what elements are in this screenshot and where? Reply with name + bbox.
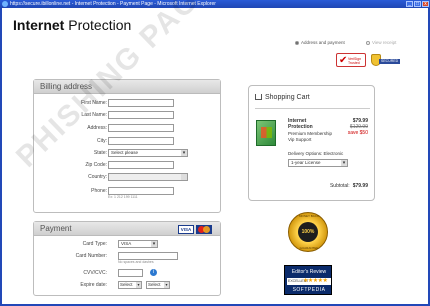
cart-icon bbox=[255, 94, 262, 101]
cvv-input[interactable] bbox=[118, 269, 143, 277]
address-row: Address: bbox=[34, 124, 222, 133]
window-controls: _ □ x bbox=[406, 1, 429, 7]
first-name-input[interactable] bbox=[108, 99, 174, 107]
step-address-payment: Address and payment bbox=[295, 40, 345, 45]
product-price: $79.99 $129.99 save $50 bbox=[348, 118, 368, 136]
card-type-row: Card Type: VISA bbox=[34, 240, 222, 249]
money-back-seal: MONEY BACK 100% GUARANTEE bbox=[288, 212, 328, 252]
cvv-label: CVV/CVC: bbox=[83, 270, 107, 276]
city-input[interactable] bbox=[108, 137, 174, 145]
close-button[interactable]: x bbox=[422, 1, 429, 7]
window-titlebar: https://secure.ibillonline.net - Interne… bbox=[0, 0, 430, 8]
billing-heading: Billing address bbox=[34, 80, 220, 94]
editors-review-badge: Editor's Review EXCELLENT ★★★★★ SOFTPEDI… bbox=[284, 265, 332, 295]
zip-row: Zip Code: bbox=[34, 161, 222, 170]
review-rating: EXCELLENT ★★★★★ bbox=[287, 278, 331, 285]
zip-input[interactable] bbox=[108, 161, 174, 169]
visa-icon: VISA bbox=[178, 225, 194, 234]
card-type-label: Card Type: bbox=[82, 241, 107, 247]
maximize-button[interactable]: □ bbox=[414, 1, 421, 7]
window-title: https://secure.ibillonline.net - Interne… bbox=[10, 1, 216, 7]
star-icon: ★★★★★ bbox=[303, 278, 328, 284]
country-label: Country: bbox=[88, 174, 107, 180]
cart-divider bbox=[255, 108, 370, 109]
address-label: Address: bbox=[87, 125, 107, 131]
payment-heading: Payment VISA bbox=[34, 222, 220, 236]
city-label: City: bbox=[97, 138, 107, 144]
shopping-cart-panel: Shopping Cart Internet Protection Premiu… bbox=[248, 85, 375, 201]
last-name-input[interactable] bbox=[108, 111, 174, 119]
seal-top-text: MONEY BACK bbox=[299, 214, 319, 218]
expire-row: Expire date: Select Select bbox=[34, 281, 222, 290]
address-input[interactable] bbox=[108, 124, 174, 132]
product-box-image bbox=[256, 120, 276, 146]
country-row: Country: bbox=[34, 173, 222, 182]
first-name-label: First Name: bbox=[81, 100, 107, 106]
product-name: Internet Protection bbox=[288, 118, 313, 130]
last-name-label: Last Name: bbox=[81, 112, 107, 118]
expire-month-select[interactable]: Select bbox=[118, 281, 142, 289]
country-select[interactable] bbox=[108, 173, 188, 181]
card-logos: VISA bbox=[178, 225, 212, 234]
step-view-receipt: View receipt bbox=[366, 40, 396, 45]
phone-hint: Ex: 1 212 199 1111 bbox=[108, 195, 138, 199]
city-row: City: bbox=[34, 137, 222, 146]
checkmark-icon: ✔ bbox=[339, 55, 348, 66]
secured-text: SECURED bbox=[379, 59, 401, 64]
zip-label: Zip Code: bbox=[85, 162, 107, 168]
step-active-icon bbox=[295, 40, 299, 45]
minimize-button[interactable]: _ bbox=[406, 1, 413, 7]
card-type-select[interactable]: VISA bbox=[118, 240, 158, 248]
card-number-label: Card Number: bbox=[75, 253, 107, 259]
review-title: Editor's Review bbox=[291, 269, 327, 275]
delivery-options: Delivery Options: Electronic bbox=[288, 151, 344, 156]
card-number-hint: No spaces and dashes bbox=[118, 260, 154, 264]
expire-year-select[interactable]: Select bbox=[146, 281, 170, 289]
expire-label: Expire date: bbox=[80, 282, 107, 288]
verisign-text: VeriSign Trusted bbox=[348, 57, 362, 65]
phone-label: Phone: bbox=[91, 188, 107, 194]
payment-panel: Payment VISA Card Type: VISA Card Number… bbox=[33, 221, 221, 296]
seal-bottom-text: GUARANTEE bbox=[299, 246, 319, 250]
last-name-row: Last Name: bbox=[34, 111, 222, 120]
secured-badge[interactable]: SECURED bbox=[371, 54, 403, 67]
ie-icon bbox=[2, 1, 8, 7]
verisign-badge[interactable]: ✔ VeriSign Trusted bbox=[336, 53, 366, 67]
state-select[interactable]: Select please bbox=[108, 149, 188, 157]
info-icon[interactable]: i bbox=[150, 269, 157, 276]
state-label: State: bbox=[93, 150, 107, 156]
product-details: Premium Membership Vip Support bbox=[288, 131, 333, 142]
review-brand: SOFTPEDIA bbox=[292, 287, 326, 293]
license-select[interactable]: 1-year License bbox=[288, 159, 348, 167]
cart-heading: Shopping Cart bbox=[255, 94, 310, 101]
card-number-input[interactable] bbox=[118, 252, 178, 260]
mastercard-icon bbox=[196, 225, 212, 234]
first-name-row: First Name: bbox=[34, 99, 222, 108]
phone-input[interactable] bbox=[108, 187, 174, 195]
price-save: save $50 bbox=[347, 130, 368, 136]
seal-center: 100% bbox=[298, 222, 318, 242]
billing-panel: Billing address First Name: Last Name: A… bbox=[33, 79, 221, 213]
state-row: State: Select please bbox=[34, 149, 222, 158]
step-inactive-icon bbox=[366, 40, 370, 45]
card-number-row: Card Number: No spaces and dashes bbox=[34, 252, 222, 264]
cvv-row: CVV/CVC: i bbox=[34, 269, 222, 278]
phone-row: Phone: Ex: 1 212 199 1111 bbox=[34, 187, 222, 199]
subtotal: Subtotal: $79.99 bbox=[329, 183, 368, 189]
page-title: Internet Protection bbox=[13, 17, 132, 33]
